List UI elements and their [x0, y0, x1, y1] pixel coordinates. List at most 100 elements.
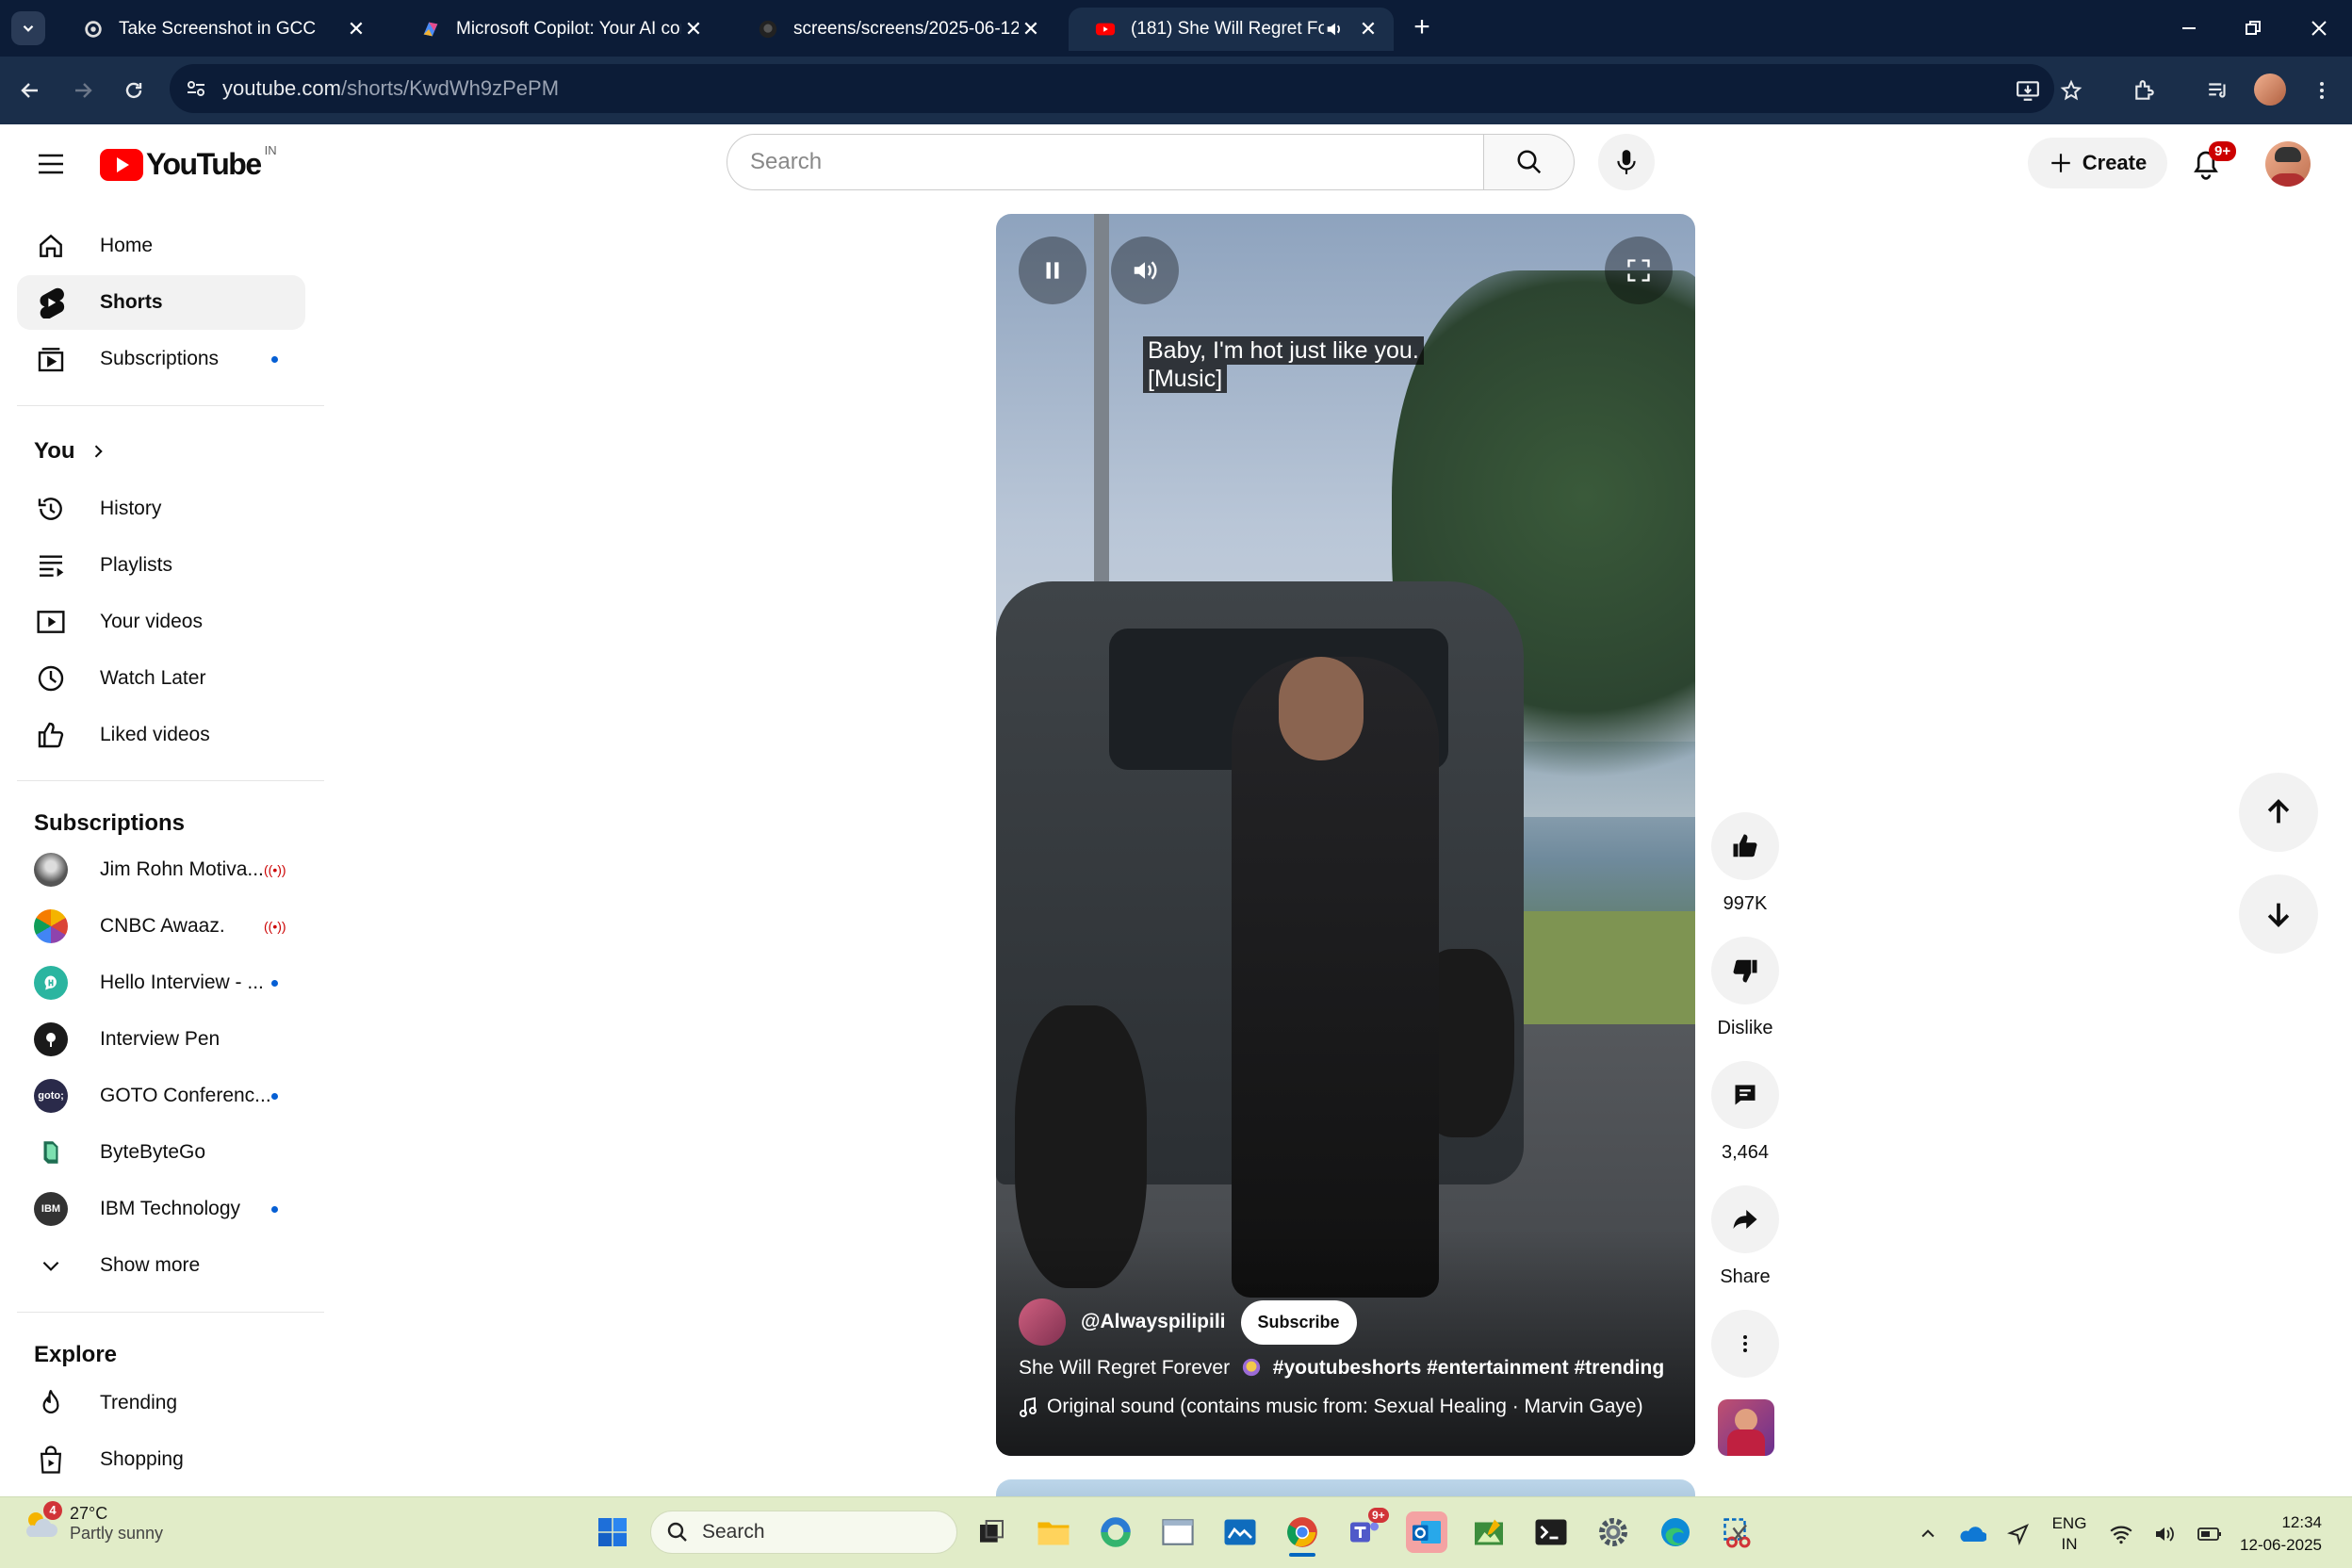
sidebar-item-playlists[interactable]: Playlists — [17, 538, 305, 593]
outlook-button[interactable] — [1406, 1511, 1447, 1553]
create-button[interactable]: Create — [2028, 138, 2167, 188]
close-tab-icon[interactable]: ✕ — [1356, 17, 1380, 41]
sidebar-item-shorts[interactable]: Shorts — [17, 275, 305, 330]
browser-tab[interactable]: Microsoft Copilot: Your AI comp ✕ — [394, 8, 719, 51]
new-tab-button[interactable]: + — [1406, 13, 1438, 45]
sidebar-item-subscriptions[interactable]: Subscriptions — [17, 332, 305, 386]
shorts-video-player[interactable]: Baby, I'm hot just like you. [Music] @Al… — [996, 214, 1695, 1456]
voice-search-button[interactable] — [1598, 134, 1655, 190]
install-app-icon — [2017, 81, 2039, 101]
guide-menu-button[interactable] — [32, 145, 70, 183]
notification-count-badge: 9+ — [2209, 141, 2237, 161]
start-button[interactable] — [592, 1511, 633, 1553]
tab-search-button[interactable] — [11, 11, 45, 45]
media-queue-icon — [2209, 83, 2226, 98]
location-icon[interactable] — [2007, 1523, 2030, 1545]
whiteboard-button[interactable] — [1219, 1511, 1261, 1553]
next-short-button[interactable] — [2239, 874, 2318, 954]
sidebar-item-shopping[interactable]: Shopping — [17, 1432, 305, 1487]
address-bar[interactable]: youtube.com/shorts/KwdWh9zPePM — [170, 64, 2054, 113]
comment-count: 3,464 — [1721, 1142, 1770, 1163]
dislike-button[interactable] — [1711, 937, 1779, 1004]
volume-icon[interactable] — [2154, 1524, 2177, 1544]
copilot-favicon-icon — [423, 22, 438, 37]
search-button[interactable] — [1484, 134, 1575, 190]
pause-button[interactable] — [1019, 237, 1086, 304]
account-avatar[interactable] — [2265, 141, 2311, 187]
restore-button[interactable] — [2230, 9, 2277, 47]
forward-button[interactable] — [66, 74, 100, 107]
sidebar-item-your-videos[interactable]: Your videos — [17, 595, 305, 649]
wifi-icon[interactable] — [2109, 1524, 2133, 1544]
previous-short-button[interactable] — [2239, 773, 2318, 852]
subscription-channel[interactable]: Hello Interview - ... — [17, 956, 305, 1010]
sidebar-item-trending[interactable]: Trending — [17, 1376, 305, 1430]
youtube-play-icon — [100, 148, 143, 181]
taskbar-search[interactable]: Search — [650, 1511, 957, 1554]
channel-avatar[interactable] — [1019, 1298, 1066, 1346]
profile-avatar[interactable] — [2254, 74, 2286, 106]
subscribe-button[interactable]: Subscribe — [1240, 1299, 1357, 1345]
media-controls-button[interactable] — [2201, 74, 2235, 107]
share-button[interactable] — [1711, 1185, 1779, 1253]
teams-button[interactable]: 9+ — [1344, 1508, 1389, 1553]
terminal-button[interactable] — [1530, 1511, 1572, 1553]
short-title[interactable]: She Will Regret Forever #youtubeshorts #… — [1019, 1357, 1664, 1380]
browser-tab-active[interactable]: (181) She Will Regret Foreve ✕ — [1069, 8, 1394, 51]
bookmark-button[interactable] — [2054, 74, 2088, 107]
taskbar-clock[interactable]: 12:34 12-06-2025 — [2228, 1511, 2322, 1557]
browser-tab[interactable]: Take Screenshot in GCC ✕ — [57, 8, 382, 51]
sidebar-item-home[interactable]: Home — [17, 219, 305, 273]
channel-handle[interactable]: @Alwayspilipili — [1081, 1311, 1226, 1333]
back-button[interactable] — [13, 74, 47, 107]
close-tab-icon[interactable]: ✕ — [1019, 17, 1043, 41]
snipping-tool-button[interactable] — [1717, 1511, 1758, 1553]
browser-menu-button[interactable] — [2305, 74, 2339, 107]
sidebar-item-liked-videos[interactable]: Liked videos — [17, 708, 305, 762]
window-app-button[interactable] — [1157, 1511, 1199, 1553]
close-window-button[interactable] — [2295, 9, 2343, 47]
weather-widget[interactable]: 4 27°C Partly sunny — [21, 1501, 163, 1544]
image-editor-button[interactable] — [1468, 1511, 1510, 1553]
subscription-channel[interactable]: ByteByteGo — [17, 1125, 305, 1180]
close-tab-icon[interactable]: ✕ — [681, 17, 706, 41]
short-hashtags[interactable]: #youtubeshorts #entertainment #trending — [1273, 1357, 1664, 1379]
subscription-channel[interactable]: CNBC Awaaz. ((•)) — [17, 899, 305, 954]
task-view-button[interactable] — [971, 1511, 1012, 1553]
m365-button[interactable] — [1095, 1511, 1136, 1553]
minimize-button[interactable] — [2165, 9, 2213, 47]
file-explorer-button[interactable] — [1033, 1511, 1074, 1553]
sound-thumbnail[interactable] — [1718, 1399, 1774, 1456]
sidebar-item-watch-later[interactable]: Watch Later — [17, 651, 305, 706]
sidebar-item-history[interactable]: History — [17, 482, 305, 536]
settings-button[interactable] — [1592, 1511, 1634, 1553]
edge-button[interactable] — [1655, 1511, 1696, 1553]
like-button[interactable] — [1711, 812, 1779, 880]
sound-attribution[interactable]: Original sound (contains music from: Sex… — [1019, 1396, 1643, 1418]
subscription-channel[interactable]: Jim Rohn Motiva... ((•)) — [17, 842, 305, 897]
fullscreen-button[interactable] — [1605, 237, 1673, 304]
browser-tab[interactable]: screens/screens/2025-06-12_09 ✕ — [731, 8, 1056, 51]
install-app-button[interactable] — [2011, 74, 2045, 107]
audio-playing-icon[interactable] — [1324, 19, 1345, 40]
you-section-link[interactable]: You — [17, 424, 168, 479]
extensions-button[interactable] — [2128, 74, 2162, 107]
site-settings-icon[interactable] — [185, 77, 207, 100]
subscription-channel[interactable]: goto; GOTO Conferenc... — [17, 1069, 305, 1123]
subscription-channel[interactable]: Interview Pen — [17, 1012, 305, 1067]
youtube-logo[interactable]: YouTube IN — [100, 143, 277, 182]
input-language[interactable]: ENG IN — [2050, 1513, 2088, 1555]
reload-button[interactable] — [117, 74, 151, 107]
subscription-channel[interactable]: IBM IBM Technology — [17, 1182, 305, 1236]
search-input[interactable]: Search — [727, 134, 1484, 190]
onedrive-icon[interactable] — [1958, 1524, 1986, 1544]
battery-icon[interactable] — [2197, 1527, 2222, 1542]
more-options-button[interactable] — [1711, 1310, 1779, 1378]
show-more-button[interactable]: Show more — [17, 1238, 305, 1293]
chevron-up-icon[interactable] — [1919, 1525, 1937, 1544]
comments-button[interactable] — [1711, 1061, 1779, 1129]
chrome-button[interactable] — [1282, 1511, 1323, 1557]
volume-button[interactable] — [1111, 237, 1179, 304]
close-tab-icon[interactable]: ✕ — [344, 17, 368, 41]
reload-icon — [125, 82, 142, 99]
